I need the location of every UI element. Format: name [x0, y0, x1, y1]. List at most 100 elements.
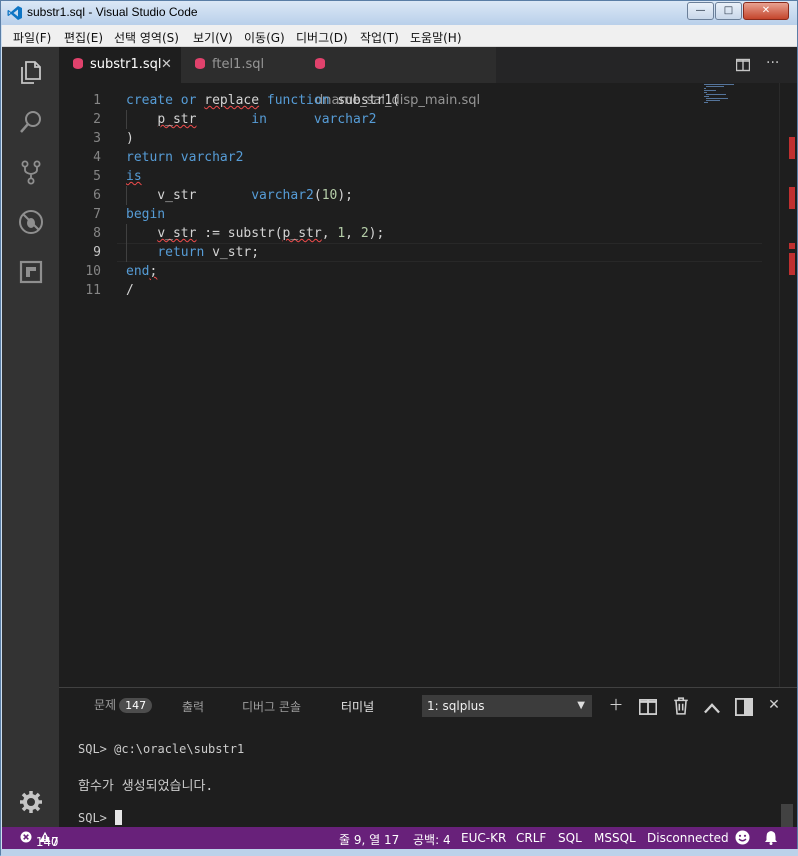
split-editor-icon[interactable] [736, 58, 750, 72]
code-line[interactable]: 1 create or replace function substr1( [59, 91, 779, 110]
dropdown-arrow-icon: ▼ [577, 700, 585, 711]
new-terminal-icon[interactable]: ＋ [607, 696, 625, 714]
menu-file[interactable]: 파일(F) [13, 29, 51, 46]
more-actions-icon[interactable]: ··· [766, 55, 779, 71]
tab-ftel1[interactable]: ftel1.sql [181, 47, 291, 83]
editor-tab-bar: substr1.sql ✕ ftel1.sql dname_sal_disp_m… [59, 47, 797, 108]
tab-terminal[interactable]: 터미널 [341, 698, 374, 715]
chevron-up-icon[interactable] [703, 699, 721, 717]
line-source: v_str varchar2(10); [126, 188, 353, 203]
line-number: 1 [93, 93, 101, 108]
source-control-icon[interactable] [18, 159, 44, 185]
indent-guide [126, 224, 127, 262]
line-source: ) [126, 131, 134, 146]
line-number: 11 [85, 283, 101, 298]
line-number: 8 [93, 226, 101, 241]
menu-selection[interactable]: 선택 영역(S) [114, 29, 179, 46]
settings-gear-icon[interactable] [18, 789, 44, 815]
tab-label: ftel1.sql [212, 57, 265, 72]
tab-debug-console[interactable]: 디버그 콘솔 [242, 698, 301, 715]
tab-problems[interactable]: 문제 147 [94, 696, 153, 713]
menu-go[interactable]: 이동(G) [244, 29, 285, 46]
code-line[interactable]: 11 / [59, 281, 779, 300]
code-line[interactable]: 10 end; [59, 262, 779, 281]
terminal-prompt-line: SQL> [78, 810, 123, 825]
editor-area: substr1.sql ✕ ftel1.sql dname_sal_disp_m… [59, 47, 797, 687]
feedback-smiley-icon[interactable] [735, 830, 750, 848]
menu-help[interactable]: 도움말(H) [410, 29, 462, 46]
problems-status[interactable]: 147 0 [20, 831, 59, 849]
status-bar: 147 0 줄 9, 열 17 공백: 4 EUC-KR CRLF SQL MS… [2, 827, 797, 849]
line-number: 5 [93, 169, 101, 184]
terminal-line: 함수가 생성되었습니다. [78, 779, 214, 794]
line-source: v_str := substr(p_str, 1, 2); [157, 226, 385, 241]
terminal-prompt: SQL> [78, 811, 115, 825]
notifications-bell-icon[interactable] [764, 830, 778, 848]
line-source: begin [126, 207, 166, 222]
close-button[interactable]: ✕ [743, 2, 789, 20]
menu-edit[interactable]: 편집(E) [64, 29, 103, 46]
warning-count: 0 [50, 835, 59, 849]
end-of-line[interactable]: CRLF [516, 831, 546, 845]
explorer-icon[interactable] [18, 59, 44, 85]
split-terminal-icon[interactable] [639, 698, 657, 716]
code-line[interactable]: 5 is [59, 167, 779, 186]
maximize-button[interactable]: □ [715, 2, 742, 20]
error-marker [789, 137, 795, 159]
connection-status[interactable]: Disconnected [647, 831, 729, 845]
code-line[interactable]: 2 p_str in varchar2 [59, 110, 779, 129]
code-line[interactable]: 3) [59, 129, 779, 148]
close-tab-icon[interactable]: ✕ [161, 47, 172, 83]
activity-bar [2, 47, 59, 827]
extensions-icon[interactable] [18, 259, 44, 285]
menu-bar: 파일(F) 편집(E) 선택 영역(S) 보기(V) 이동(G) 디버그(D) … [2, 25, 797, 47]
line-source: is [126, 169, 142, 184]
minimap[interactable] [704, 83, 784, 123]
menu-debug[interactable]: 디버그(D) [296, 29, 348, 46]
terminal-select[interactable]: 1: sqlplus ▼ [422, 695, 592, 717]
language-mode[interactable]: SQL [558, 831, 582, 845]
code-editor[interactable]: 1 create or replace function substr1( 2 p_… [59, 83, 779, 687]
tab-dname-sal-disp-main[interactable]: dname_sal_disp_main.sql [291, 47, 496, 108]
bottom-panel: 문제 147 출력 디버그 콘솔 터미널 1: sqlplus ▼ ＋ ✕ SQL… [59, 687, 797, 828]
error-marker [789, 187, 795, 209]
file-encoding[interactable]: EUC-KR [461, 831, 506, 845]
line-source: create or replace function substr1( [126, 93, 400, 108]
line-number: 7 [93, 207, 101, 222]
error-marker [789, 253, 795, 275]
line-number: 3 [93, 131, 101, 146]
code-line[interactable]: 9 return v_str; [59, 243, 779, 262]
toggle-panel-icon[interactable] [735, 698, 753, 716]
indentation-setting[interactable]: 공백: 4 [413, 831, 451, 848]
database-file-icon [195, 58, 205, 69]
terminal-scrollbar[interactable] [781, 804, 793, 828]
debug-icon[interactable] [18, 209, 44, 235]
menu-view[interactable]: 보기(V) [193, 29, 233, 46]
sql-dialect[interactable]: MSSQL [594, 831, 636, 845]
code-line[interactable]: 7 begin [59, 205, 779, 224]
line-source: return varchar2 [126, 150, 244, 165]
code-line[interactable]: 6 v_str varchar2(10); [59, 186, 779, 205]
indent-guide [126, 186, 127, 205]
minimize-button[interactable]: — [687, 2, 714, 20]
close-panel-icon[interactable]: ✕ [765, 696, 783, 714]
database-file-icon [73, 58, 83, 69]
trash-icon[interactable] [672, 697, 690, 715]
line-number: 2 [93, 112, 101, 127]
editor-scrollbar[interactable] [779, 83, 797, 687]
window-title: substr1.sql - Visual Studio Code [27, 5, 198, 19]
line-number: 4 [93, 150, 101, 165]
tab-substr1[interactable]: substr1.sql ✕ [59, 47, 181, 83]
line-source: p_str in varchar2 [157, 112, 377, 127]
title-bar[interactable]: substr1.sql - Visual Studio Code — □ ✕ [1, 1, 797, 25]
code-line[interactable]: 8 v_str := substr(p_str, 1, 2); [59, 224, 779, 243]
line-source: / [126, 283, 134, 298]
search-icon[interactable] [18, 109, 44, 135]
line-number: 10 [85, 264, 101, 279]
tab-label: substr1.sql [90, 57, 162, 72]
cursor-position[interactable]: 줄 9, 열 17 [339, 831, 399, 848]
code-line[interactable]: 4 return varchar2 [59, 148, 779, 167]
tab-output[interactable]: 출력 [182, 698, 204, 715]
menu-tasks[interactable]: 작업(T) [360, 29, 399, 46]
error-icon [20, 831, 32, 843]
